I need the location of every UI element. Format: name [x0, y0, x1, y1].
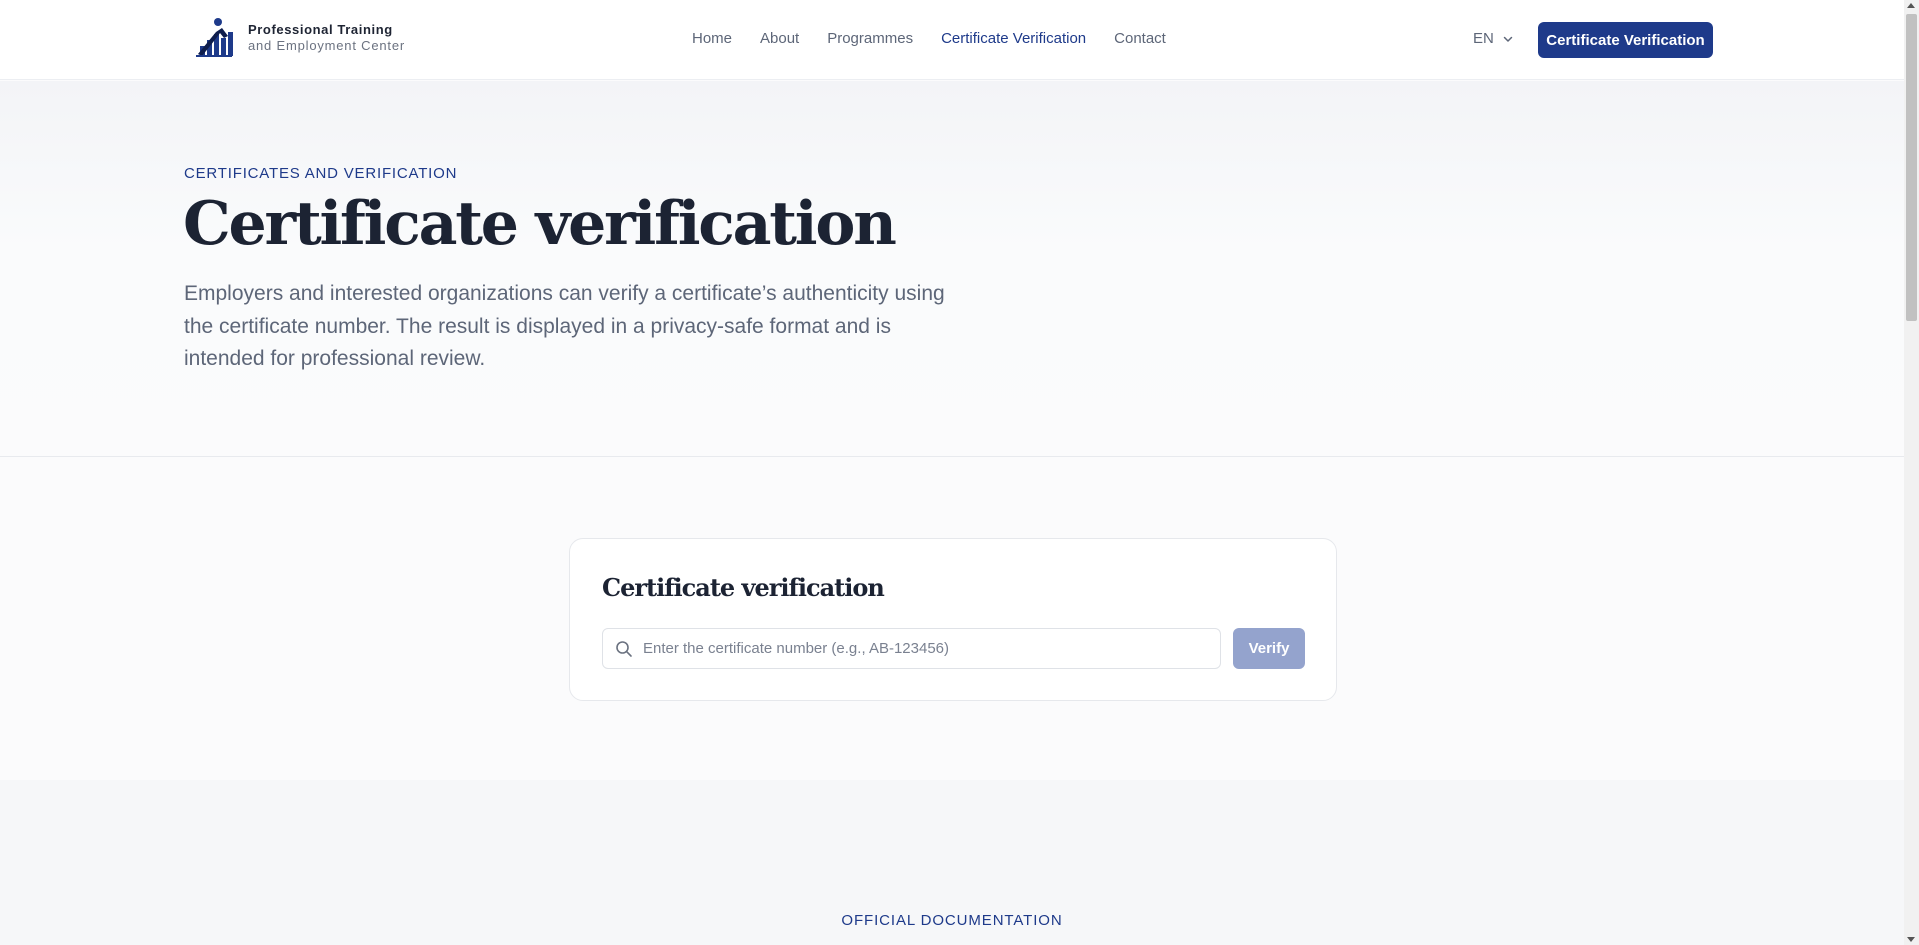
hero-section: CERTIFICATES AND VERIFICATION Certificat…: [0, 81, 1904, 457]
hero-eyebrow: CERTIFICATES AND VERIFICATION: [184, 165, 458, 182]
language-selector[interactable]: EN: [1473, 30, 1514, 47]
verification-card: Certificate verification Verify: [569, 538, 1337, 701]
chevron-down-icon: [1503, 36, 1513, 42]
hero-description: Employers and interested organizations c…: [184, 282, 945, 370]
scrollbar-thumb[interactable]: [1906, 14, 1917, 321]
documentation-eyebrow: OFFICIAL DOCUMENTATION: [841, 912, 1063, 929]
person-chart-logo-icon: [196, 18, 233, 57]
language-selected: EN: [1473, 30, 1494, 47]
brand-name-line2: and Employment Center: [248, 38, 405, 53]
search-icon: [616, 640, 632, 657]
scroll-down-arrow-icon[interactable]: [1907, 937, 1915, 942]
nav-home[interactable]: Home: [692, 30, 732, 47]
verification-card-title: Certificate verification: [602, 573, 885, 602]
brand-name-line1: Professional Training: [248, 22, 393, 37]
scroll-up-arrow-icon[interactable]: [1907, 3, 1915, 8]
certificate-search-field[interactable]: [602, 628, 1221, 669]
brand-name: Professional Training and Employment Cen…: [248, 22, 405, 54]
certificate-number-input[interactable]: [643, 640, 1203, 657]
nav-contact[interactable]: Contact: [1114, 30, 1166, 47]
verify-button[interactable]: Verify: [1233, 628, 1305, 669]
nav-certificate-verification[interactable]: Certificate Verification: [941, 30, 1086, 47]
header-certificate-verification-button[interactable]: Certificate Verification: [1538, 22, 1713, 58]
brand-logo[interactable]: Professional Training and Employment Cen…: [192, 16, 405, 60]
documentation-section: OFFICIAL DOCUMENTATION: [0, 780, 1904, 945]
site-header: Professional Training and Employment Cen…: [0, 0, 1904, 80]
nav-programmes[interactable]: Programmes: [827, 30, 913, 47]
nav-about[interactable]: About: [760, 30, 799, 47]
page-scrollbar[interactable]: [1904, 0, 1919, 945]
main-nav: Home About Programmes Certificate Verifi…: [692, 30, 1166, 47]
page-title: Certificate verification: [183, 189, 897, 259]
